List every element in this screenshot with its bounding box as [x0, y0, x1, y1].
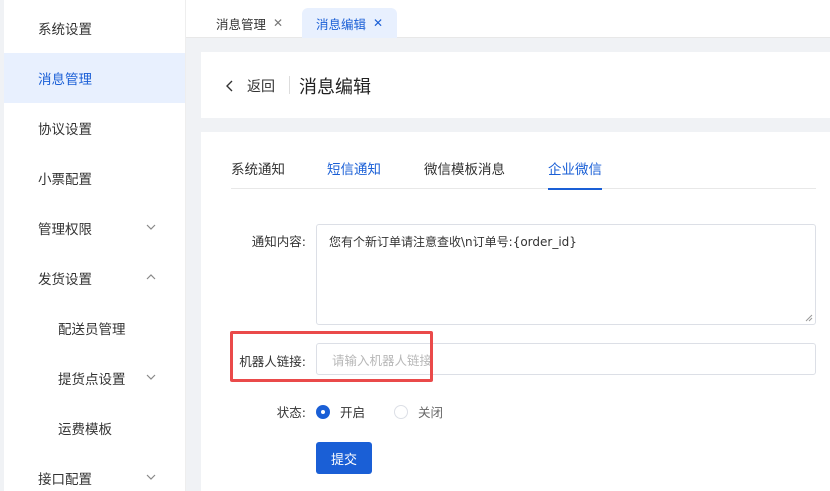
sidebar-item-agreement-settings[interactable]: 协议设置: [0, 103, 185, 153]
sidebar-item-label: 小票配置: [38, 172, 92, 188]
sidebar-item-api-config[interactable]: 接口配置: [0, 453, 185, 491]
sidebar-item-label: 消息管理: [38, 72, 92, 88]
chevron-down-icon: [146, 474, 156, 480]
status-on-radio[interactable]: 开启: [316, 402, 365, 421]
tab-bar: 消息管理 ✕ 消息编辑 ✕: [186, 0, 830, 38]
tab-wechat-template[interactable]: 微信模板消息: [424, 158, 505, 189]
sidebar-item-courier-management[interactable]: 配送员管理: [0, 303, 185, 353]
tab-label: 消息编辑: [316, 16, 367, 32]
sidebar-item-label: 协议设置: [38, 122, 92, 138]
content-card: 系统通知 短信通知 微信模板消息 企业微信 通知内容: 您有个新订单请注意查收\…: [201, 132, 830, 491]
content-label: 通知内容:: [251, 234, 306, 249]
chevron-up-icon: [146, 274, 156, 280]
tab-system-notice[interactable]: 系统通知: [231, 158, 285, 189]
tab-message-management[interactable]: 消息管理 ✕: [202, 8, 297, 38]
sidebar-item-freight-template[interactable]: 运费模板: [0, 403, 185, 453]
tab-enterprise-wechat[interactable]: 企业微信: [548, 158, 602, 190]
sidebar-item-label: 提货点设置: [58, 372, 126, 388]
sidebar-item-message-management[interactable]: 消息管理: [0, 53, 185, 103]
status-on-label: 开启: [340, 405, 366, 420]
chevron-down-icon: [146, 374, 156, 380]
close-icon[interactable]: ✕: [273, 16, 283, 30]
sidebar-item-receipt-config[interactable]: 小票配置: [0, 153, 185, 203]
tab-sms-notice[interactable]: 短信通知: [327, 158, 381, 189]
status-label: 状态:: [276, 405, 306, 420]
tab-label: 消息管理: [216, 16, 267, 32]
sidebar-item-label: 接口配置: [38, 472, 92, 488]
page-title: 消息编辑: [299, 77, 371, 98]
channel-tabs: 系统通知 短信通知 微信模板消息 企业微信: [231, 158, 816, 190]
close-icon[interactable]: ✕: [373, 16, 383, 30]
content-textarea[interactable]: 您有个新订单请注意查收\n订单号:{order_id}: [316, 224, 816, 325]
sidebar-item-permissions[interactable]: 管理权限: [0, 203, 185, 253]
page-header: 返回 消息编辑: [201, 52, 830, 118]
divider: [289, 76, 290, 94]
radio-checked-icon: [316, 404, 330, 419]
sidebar-item-label: 配送员管理: [58, 322, 126, 338]
window-edge: [0, 0, 4, 491]
chevron-down-icon: [146, 224, 156, 230]
sidebar-item-system-settings[interactable]: 系统设置: [0, 3, 185, 53]
status-off-label: 关闭: [418, 405, 444, 420]
sidebar-item-label: 系统设置: [38, 22, 92, 38]
back-button[interactable]: 返回: [223, 76, 275, 96]
status-off-radio[interactable]: 关闭: [394, 402, 443, 421]
radio-unchecked-icon: [394, 404, 408, 419]
sidebar-item-pickup-settings[interactable]: 提货点设置: [0, 353, 185, 403]
chevron-left-icon: [226, 80, 233, 92]
tab-message-edit[interactable]: 消息编辑 ✕: [302, 8, 398, 38]
resize-handle-icon[interactable]: [805, 314, 813, 322]
content-value: 您有个新订单请注意查收\n订单号:{order_id}: [329, 235, 577, 249]
sidebar-item-label: 运费模板: [58, 422, 112, 438]
sidebar: 系统设置 消息管理 协议设置 小票配置 管理权限 发货设置 配送员管理 提货点设…: [0, 0, 186, 491]
back-label: 返回: [247, 79, 275, 95]
submit-button[interactable]: 提交: [316, 442, 372, 474]
sidebar-item-label: 发货设置: [38, 272, 92, 288]
sidebar-item-label: 管理权限: [38, 222, 92, 238]
highlight-box: [230, 331, 433, 382]
sidebar-item-shipping-settings[interactable]: 发货设置: [0, 253, 185, 303]
